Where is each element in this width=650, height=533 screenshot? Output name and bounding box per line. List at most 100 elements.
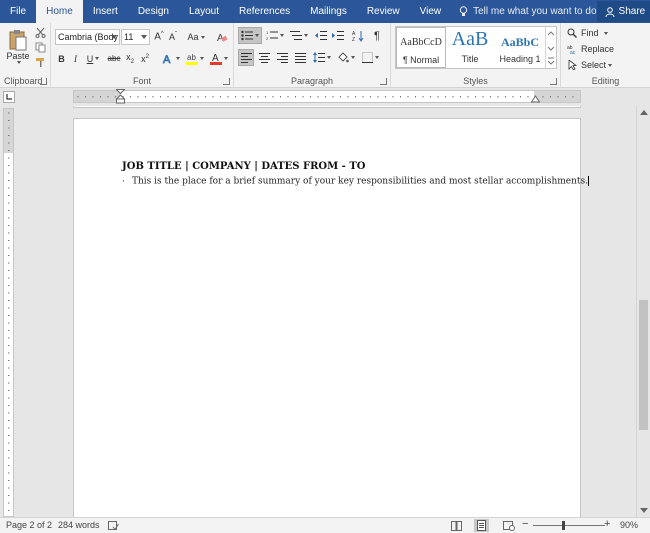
scroll-down-icon[interactable]: [640, 508, 648, 513]
clear-formatting-button[interactable]: A: [215, 29, 229, 45]
decrease-indent-button[interactable]: [314, 27, 328, 44]
multilevel-list-icon: [290, 31, 302, 40]
subscript-button[interactable]: x2: [124, 51, 136, 66]
bold-button[interactable]: B: [56, 51, 67, 66]
change-case-button[interactable]: Aa: [186, 29, 206, 45]
italic-button[interactable]: I: [70, 51, 81, 66]
read-mode-icon[interactable]: [451, 521, 462, 531]
tab-layout[interactable]: Layout: [179, 0, 229, 23]
select-cursor-icon: [568, 60, 577, 70]
strikethrough-button[interactable]: abc: [107, 51, 121, 66]
paint-bucket-icon: [338, 51, 349, 62]
numbering-button[interactable]: 12: [264, 27, 286, 44]
bullets-button[interactable]: [238, 27, 262, 44]
tab-review[interactable]: Review: [357, 0, 410, 23]
zoom-in-button[interactable]: +: [604, 518, 610, 530]
sort-button[interactable]: AZ: [351, 27, 365, 44]
style-normal[interactable]: AaBbCcD ¶ Normal: [396, 27, 446, 68]
paragraph-launcher-icon[interactable]: [380, 78, 387, 85]
highlighter-icon: ab: [186, 53, 198, 65]
page-count[interactable]: Page 2 of 2: [6, 520, 52, 530]
share-button[interactable]: Share: [596, 1, 650, 22]
find-label: Find: [581, 28, 599, 38]
tab-mailings[interactable]: Mailings: [300, 0, 357, 23]
zoom-slider[interactable]: [533, 525, 605, 526]
print-layout-icon: [477, 520, 486, 531]
justify-button[interactable]: [292, 49, 308, 66]
right-indent-marker-icon[interactable]: [531, 95, 540, 103]
styles-gallery-scroll[interactable]: [545, 27, 556, 68]
status-bar: Page 2 of 2 284 words − + 90%: [0, 517, 650, 533]
shading-button[interactable]: [336, 49, 356, 66]
svg-text:ab: ab: [187, 53, 196, 62]
align-center-button[interactable]: [256, 49, 272, 66]
select-dropdown-icon: [608, 63, 613, 67]
job-title-heading[interactable]: JOB TITLE | COMPANY | DATES FROM - TO: [122, 161, 365, 172]
format-painter-button[interactable]: [34, 56, 47, 69]
italic-icon: I: [74, 53, 77, 64]
tab-insert[interactable]: Insert: [83, 0, 128, 23]
proofing-icon[interactable]: [108, 521, 119, 531]
borders-button[interactable]: [360, 49, 380, 66]
find-button[interactable]: Find: [567, 26, 622, 40]
copy-button[interactable]: [34, 41, 47, 54]
show-formatting-button[interactable]: ¶: [370, 27, 384, 44]
search-icon: [567, 28, 577, 38]
text-effects-button[interactable]: A: [161, 51, 181, 66]
shading-dropdown-icon: [351, 56, 355, 59]
zoom-out-button[interactable]: −: [522, 518, 528, 530]
tab-references[interactable]: References: [229, 0, 300, 23]
select-label: Select: [581, 60, 607, 70]
style-title[interactable]: AaB Title: [446, 27, 494, 68]
styles-launcher-icon[interactable]: [550, 78, 557, 85]
font-size-combo[interactable]: 11: [121, 29, 150, 45]
tab-design[interactable]: Design: [128, 0, 179, 23]
ruler-ticks: [77, 96, 574, 98]
underline-button[interactable]: U: [84, 51, 102, 66]
tell-me-box[interactable]: Tell me what you want to do: [459, 0, 597, 23]
align-left-button[interactable]: [238, 49, 254, 66]
styles-gallery: AaBbCcD ¶ Normal AaB Title AaBbC Heading…: [395, 26, 557, 69]
vertical-scrollbar[interactable]: [636, 106, 650, 517]
line-spacing-button[interactable]: [312, 49, 332, 66]
increase-indent-button[interactable]: [331, 27, 345, 44]
tab-selector[interactable]: [3, 91, 15, 103]
vertical-ruler[interactable]: [3, 108, 14, 517]
indent-marker-icon[interactable]: [116, 89, 125, 104]
zoom-slider-thumb[interactable]: [562, 521, 565, 530]
select-button[interactable]: Select: [567, 58, 622, 72]
align-right-button[interactable]: [274, 49, 290, 66]
scroll-thumb[interactable]: [639, 300, 648, 430]
highlight-button[interactable]: ab: [185, 51, 205, 66]
underline-icon: U: [86, 53, 94, 64]
summary-bullet[interactable]: · This is the place for a brief summary o…: [122, 176, 590, 187]
paste-button[interactable]: Paste: [5, 26, 31, 66]
grow-font-button[interactable]: A^: [153, 29, 165, 45]
print-layout-button[interactable]: [474, 519, 489, 532]
zoom-level[interactable]: 90%: [620, 520, 638, 530]
word-count[interactable]: 284 words: [58, 520, 100, 530]
svg-text:A: A: [163, 54, 171, 65]
paste-dropdown-icon: [17, 60, 21, 64]
tab-view[interactable]: View: [410, 0, 452, 23]
font-color-dropdown-icon: [224, 57, 228, 60]
document-page[interactable]: JOB TITLE | COMPANY | DATES FROM - TO · T…: [73, 118, 590, 517]
multilevel-list-button[interactable]: [289, 27, 309, 44]
font-launcher-icon[interactable]: [223, 78, 230, 85]
superscript-button[interactable]: x2: [139, 51, 151, 66]
horizontal-ruler[interactable]: [73, 89, 581, 104]
scroll-up-icon[interactable]: [640, 110, 648, 115]
font-color-button[interactable]: A: [209, 51, 229, 66]
shrink-font-button[interactable]: Aˇ: [167, 29, 179, 45]
tab-file[interactable]: File: [0, 0, 36, 23]
clipboard-launcher-icon[interactable]: [40, 78, 47, 85]
sort-icon: AZ: [352, 30, 364, 42]
svg-text:ac: ac: [570, 50, 576, 54]
font-name-combo[interactable]: Cambria (Body: [55, 29, 120, 45]
style-heading-1[interactable]: AaBbC Heading 1: [495, 27, 545, 68]
font-name-dropdown-icon: [111, 35, 117, 39]
tab-home[interactable]: Home: [36, 0, 83, 23]
replace-button[interactable]: ab ac Replace: [567, 42, 627, 56]
cut-button[interactable]: [34, 26, 47, 39]
web-layout-icon[interactable]: [503, 521, 515, 531]
